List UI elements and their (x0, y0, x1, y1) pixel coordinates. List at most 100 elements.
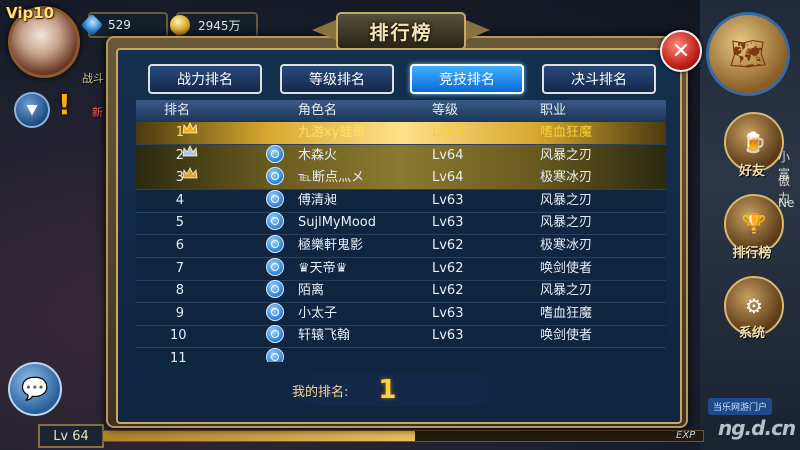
system-label: 系统 (738, 326, 765, 341)
row-level: Lv63 (432, 192, 464, 208)
view-profile-icon[interactable] (266, 212, 284, 231)
row-name: 極樂軒鬼影 (298, 238, 364, 253)
map-scroll-icon: 🗺 (728, 36, 768, 72)
row-rank: 6 (175, 238, 184, 253)
table-row[interactable]: 10 轩辕飞翰 Lv63 唤剑使者 (136, 325, 666, 349)
row-rank: 10 (170, 328, 187, 344)
row-name: 傅清昶 (298, 192, 338, 208)
header-rank: 排名 (164, 103, 191, 118)
row-rank: 11 (170, 351, 187, 362)
row-name: 陌离 (298, 283, 325, 299)
row-level: Lv63 (432, 328, 464, 344)
row-rank: 7 (175, 260, 184, 276)
row-class: 风暴之刃 (540, 215, 593, 231)
chat-button[interactable]: 💬 (8, 362, 62, 416)
row-class: 唤剑使者 (540, 260, 593, 276)
dialog-title: 排行榜 (336, 12, 466, 50)
tab-arena-ranking[interactable]: 竞技排名 (410, 64, 524, 94)
trophy-icon: 🏆 (741, 212, 767, 236)
row-name: 小太子 (298, 305, 338, 321)
friends-label: 好友 (738, 164, 765, 179)
row-rank: 4 (175, 192, 184, 208)
diamond-value: 529 (108, 18, 131, 32)
table-row[interactable]: 4 傅清昶 Lv63 风暴之刃 (136, 189, 666, 213)
row-class: 嗜血狂魔 (540, 305, 593, 321)
tab-duel-ranking[interactable]: 决斗排名 (542, 64, 656, 94)
table-row[interactable]: 6 極樂軒鬼影 Lv62 极寒冰刃 (136, 235, 666, 258)
table-row[interactable]: 3 ℡断点灬メ Lv64 极寒冰刃 (136, 167, 666, 191)
table-row[interactable]: 8 陌离 Lv62 风暴之刃 (136, 280, 666, 304)
watermark-tag: 当乐网游门户 (708, 398, 773, 415)
diamond-counter[interactable]: 529 (80, 12, 168, 38)
row-class: 风暴之刃 (540, 192, 593, 208)
my-rank-value: 1 (378, 375, 397, 405)
row-name: 木森火 (298, 147, 338, 163)
gold-coin-icon (170, 15, 190, 35)
header-level: 等级 (432, 103, 459, 118)
collapse-arrow-button[interactable]: ▼ (14, 92, 50, 128)
view-profile-icon[interactable] (266, 302, 284, 321)
row-level: Lv63 (432, 215, 464, 231)
ranking-table[interactable]: 排名 角色名 等级 职业 1 九游xy蛙哥 Lv64 嗜血狂魔 2 木森火 Lv64 风暴之刃… (136, 100, 666, 362)
table-row[interactable]: 5 SujlMyMood Lv63 风暴之刃 (136, 212, 666, 236)
close-icon: ✕ (671, 38, 691, 64)
row-level: Lv64 (432, 170, 464, 186)
crown-icon (182, 122, 198, 134)
my-rank-bar: 我的排名: 1 (278, 374, 514, 406)
ranking-label: 排行榜 (732, 246, 772, 261)
row-class: 嗜血狂魔 (540, 125, 593, 140)
row-name: 轩辕飞翰 (298, 328, 351, 344)
chat-bubble-icon: 💬 (21, 376, 49, 402)
header-class: 职业 (540, 103, 567, 118)
row-level: Lv64 (432, 147, 464, 163)
row-class: 风暴之刃 (540, 283, 593, 299)
view-profile-icon[interactable] (266, 348, 284, 362)
row-name: ♛天帝♛ (298, 260, 348, 276)
view-profile-icon[interactable] (266, 257, 284, 276)
gold-counter[interactable]: 2945万 (170, 12, 258, 38)
mug-icon: 🍺 (741, 130, 767, 154)
tab-power-ranking[interactable]: 战力排名 (148, 64, 262, 94)
row-rank: 5 (175, 215, 184, 231)
row-name: 九游xy蛙哥 (298, 125, 366, 140)
row-level: Lv62 (432, 260, 464, 276)
row-name: ℡断点灬メ (298, 170, 364, 186)
table-row[interactable]: 7 ♛天帝♛ Lv62 唤剑使者 (136, 257, 666, 281)
tab-level-ranking[interactable]: 等级排名 (280, 64, 394, 94)
row-class: 极寒冰刃 (540, 170, 593, 186)
quest-alert-icon[interactable]: ! (58, 88, 71, 121)
watermark-site: ng.d.cn (718, 416, 796, 440)
vip-badge: Vip10 (6, 4, 55, 22)
row-name: SujlMyMood (298, 215, 376, 231)
row-level: Lv62 (432, 238, 464, 253)
player-level: Lv 64 (38, 424, 104, 448)
left-side-text-2: 新 (92, 106, 103, 119)
view-profile-icon[interactable] (266, 235, 284, 253)
view-profile-icon[interactable] (266, 167, 284, 186)
world-map-button[interactable]: 🗺 (706, 12, 790, 96)
table-row[interactable]: 11 (136, 348, 666, 362)
row-level: Lv62 (432, 283, 464, 299)
view-profile-icon[interactable] (266, 144, 284, 163)
table-row[interactable]: 9 小太子 Lv63 嗜血狂魔 (136, 302, 666, 326)
table-row[interactable]: 1 九游xy蛙哥 Lv64 嗜血狂魔 (136, 122, 666, 145)
row-rank: 9 (175, 305, 184, 321)
row-level: Lv64 (432, 125, 464, 140)
view-profile-icon[interactable] (266, 189, 284, 208)
gold-value: 2945万 (198, 18, 241, 33)
row-class: 唤剑使者 (540, 328, 593, 344)
row-rank: 8 (175, 283, 184, 299)
row-level: Lv63 (432, 305, 464, 321)
table-header: 排名 角色名 等级 职业 (136, 100, 666, 122)
exp-label: EXP (676, 430, 696, 441)
crown-icon (182, 167, 198, 179)
crown-icon (182, 144, 198, 157)
row-class: 极寒冰刃 (540, 238, 593, 253)
view-profile-icon[interactable] (266, 325, 284, 344)
close-button[interactable]: ✕ (660, 30, 702, 72)
table-row[interactable]: 2 木森火 Lv64 风暴之刃 (136, 144, 666, 168)
side-text-3: Ne (778, 196, 795, 210)
header-name: 角色名 (298, 103, 338, 118)
view-profile-icon[interactable] (266, 280, 284, 299)
row-class: 风暴之刃 (540, 147, 593, 163)
